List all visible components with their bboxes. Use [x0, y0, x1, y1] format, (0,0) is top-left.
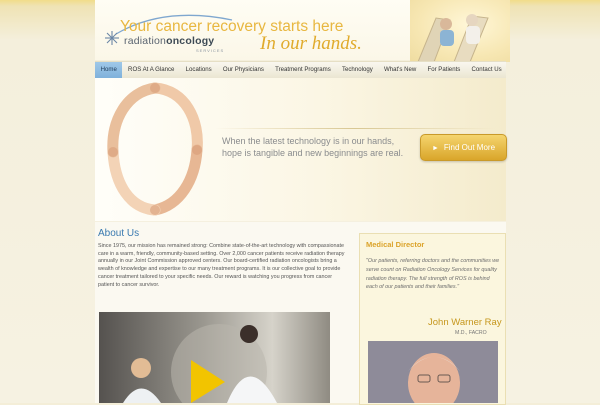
arrow-right-icon: ►: [431, 145, 439, 152]
nav-technology[interactable]: Technology: [336, 62, 378, 78]
hero-body-line-1: When the latest technology is in our han…: [222, 136, 395, 146]
nav-contact-us[interactable]: Contact Us: [466, 62, 507, 78]
hero-subtitle: In our hands.: [260, 33, 362, 54]
logo-word-bold: oncology: [166, 35, 215, 47]
medical-director-photo: [368, 341, 498, 403]
find-out-more-label: Find Out More: [443, 143, 496, 152]
medical-director-heading: Medical Director: [366, 240, 425, 249]
hero-divider: [215, 128, 495, 129]
nav-for-patients[interactable]: For Patients: [422, 62, 466, 78]
nav-our-physicians[interactable]: Our Physicians: [217, 62, 269, 78]
beach-chairs-illustration-icon: [417, 14, 489, 62]
find-out-more-button[interactable]: ► Find Out More: [420, 134, 507, 161]
doctor-portrait-icon: [368, 341, 498, 403]
logo-wordmark: radiationoncology: [124, 35, 214, 47]
hero-body-line-2: hope is tangible and new beginnings are …: [222, 148, 404, 158]
video-player[interactable]: [99, 312, 330, 403]
nav-home[interactable]: Home: [95, 62, 123, 78]
main-navigation: Home ROS At A Glance Locations Our Physi…: [95, 61, 506, 79]
logo-star-icon: [105, 31, 119, 45]
about-us-heading: About Us: [98, 228, 140, 239]
header-photo-couple-beach: [410, 0, 510, 62]
medical-director-quote: "Our patients, referring doctors and the…: [366, 258, 500, 291]
hero-body-text: When the latest technology is in our han…: [222, 135, 422, 159]
logo-word-light: radiation: [124, 35, 167, 47]
medical-director-credentials: M.D., FACRO: [455, 330, 487, 336]
hands-circle-illustration-icon: [107, 82, 203, 216]
logo-tagline: SERVICES: [196, 48, 225, 53]
nav-whats-new[interactable]: What's New: [378, 62, 422, 78]
nav-locations[interactable]: Locations: [180, 62, 217, 78]
medical-director-name: John Warner Ray: [428, 317, 502, 328]
about-us-text: Since 1975, our mission has remained str…: [98, 243, 345, 288]
nav-treatment-programs[interactable]: Treatment Programs: [270, 62, 337, 78]
nav-ros-at-a-glance[interactable]: ROS At A Glance: [122, 62, 180, 78]
video-thumbnail-icon: [99, 312, 330, 403]
